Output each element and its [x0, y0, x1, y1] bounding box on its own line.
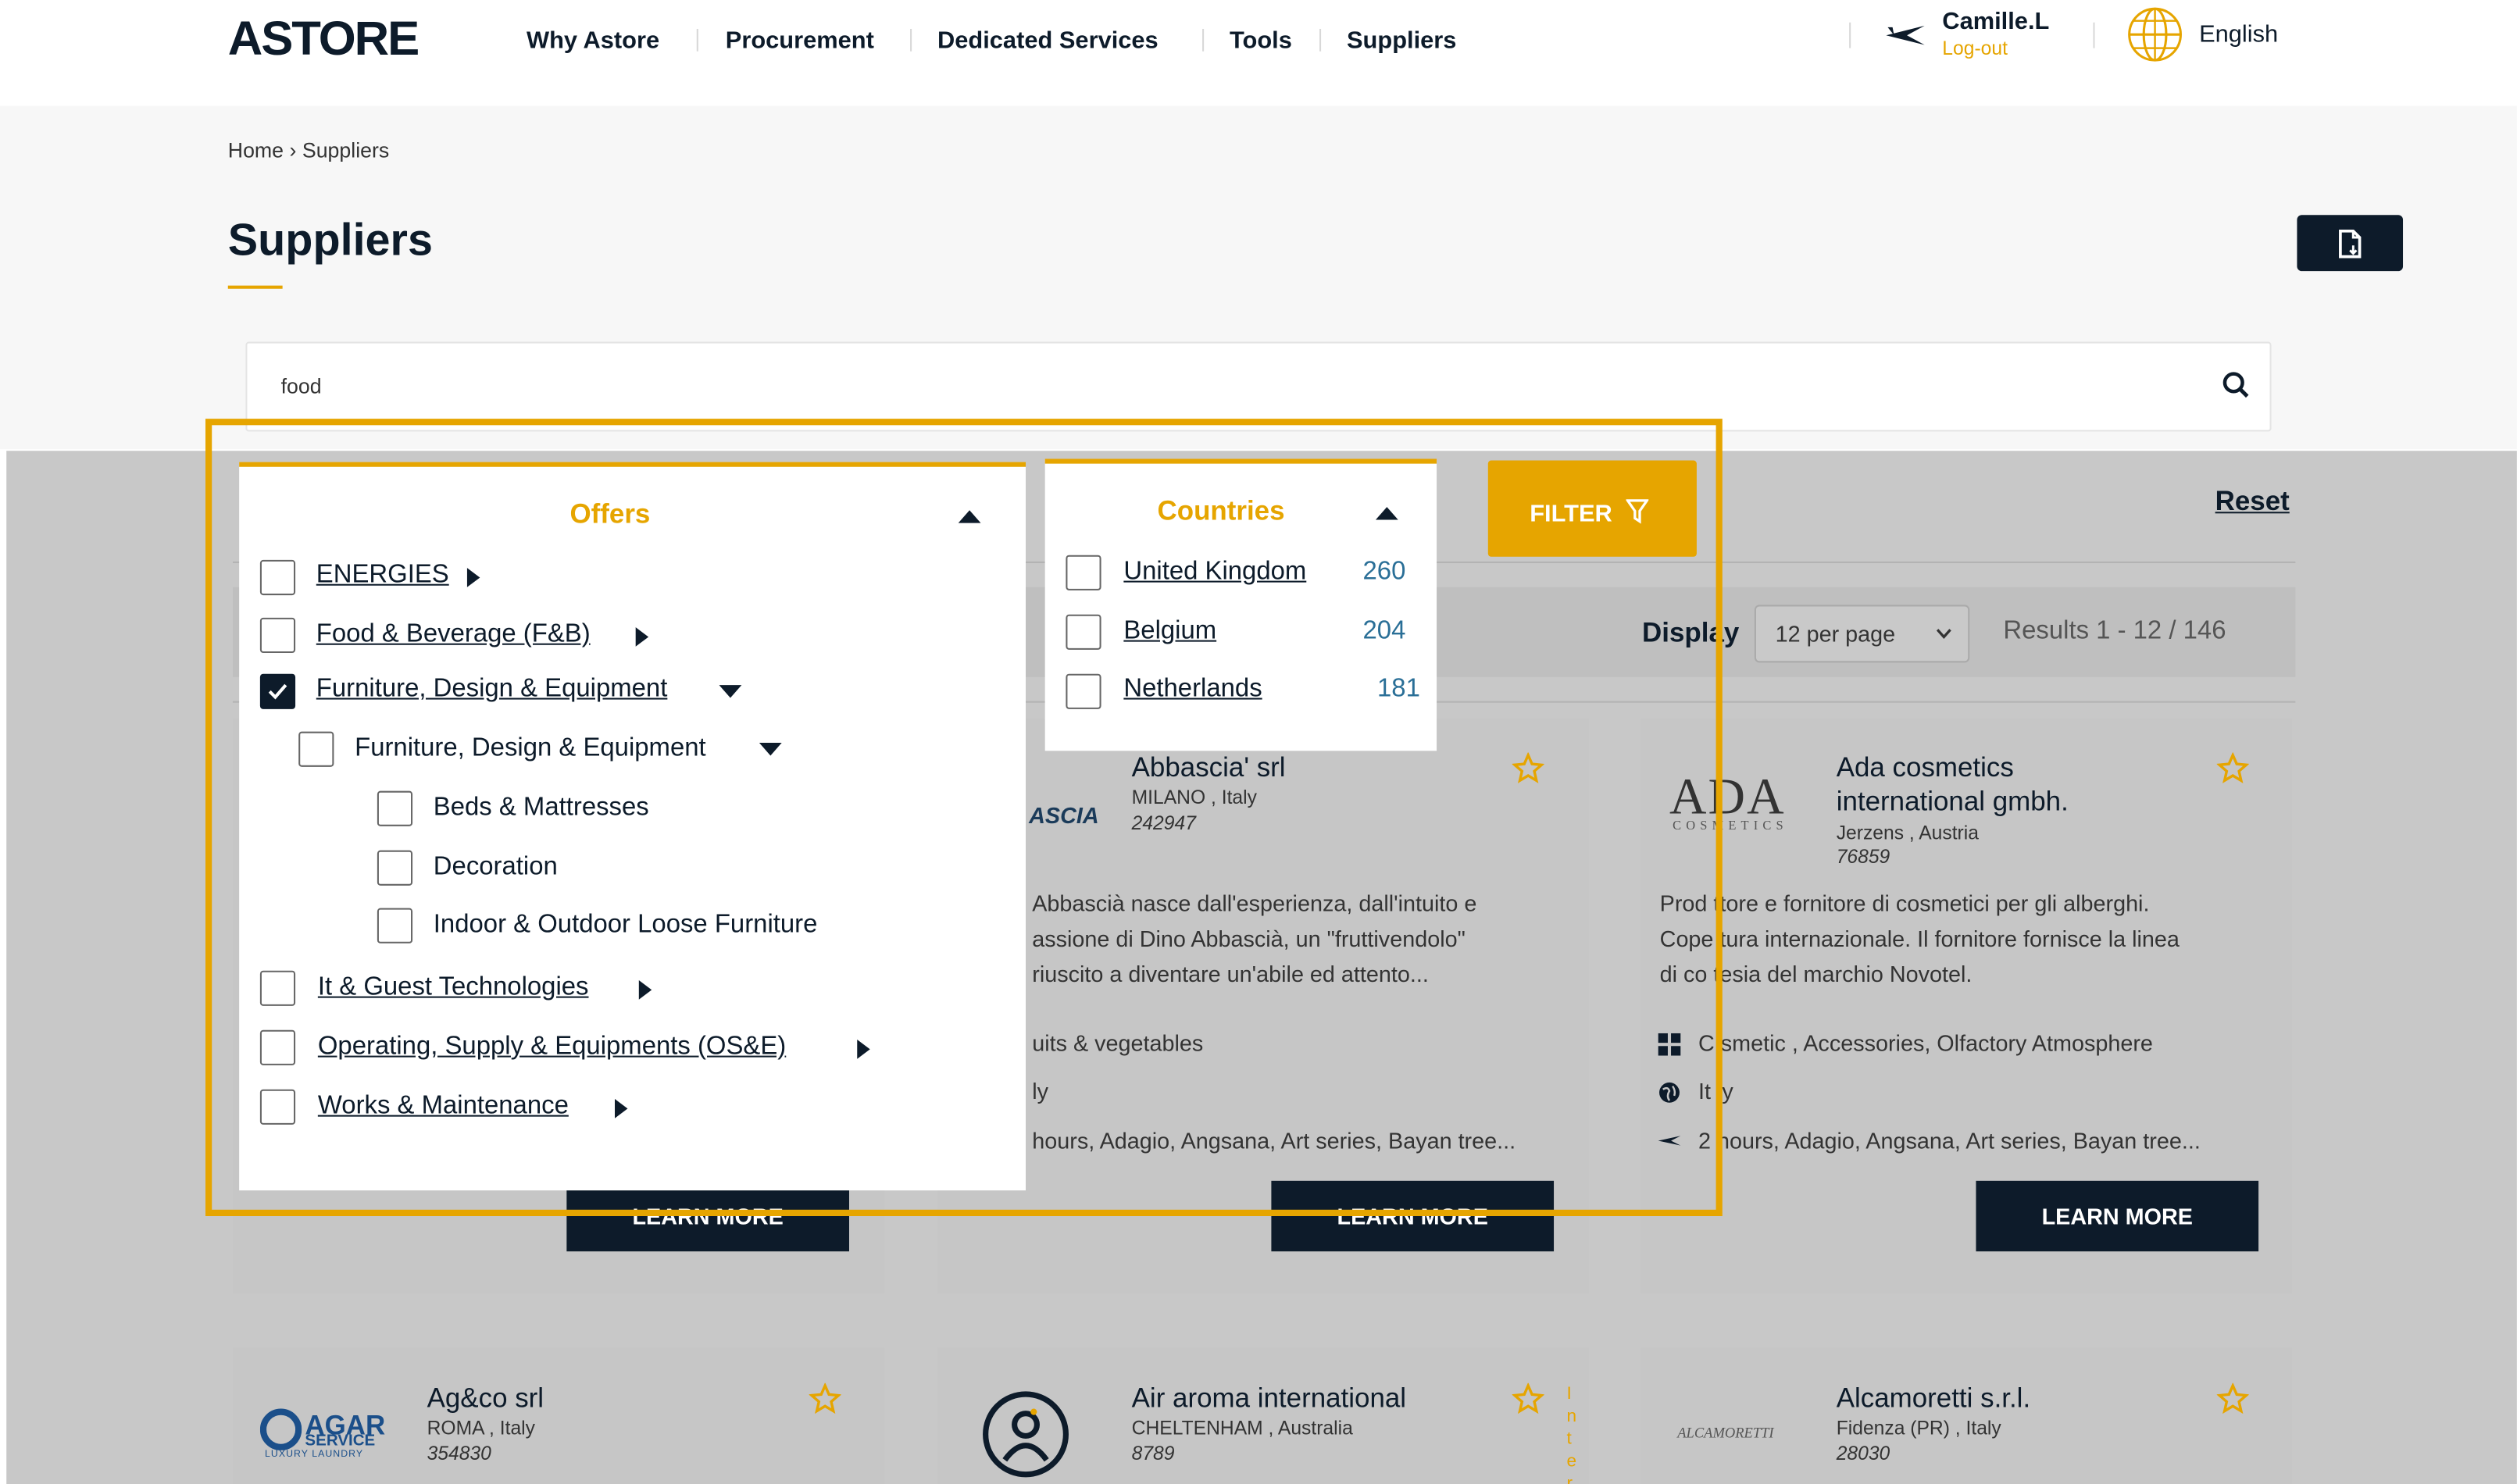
- vertical-tag: Inter: [1566, 1384, 1577, 1484]
- supplier-name[interactable]: Ag&co srl: [427, 1383, 544, 1415]
- header-divider: [1849, 22, 1851, 48]
- user-avatar-icon: [983, 1391, 1069, 1478]
- agar-logo-icon: [259, 1408, 302, 1450]
- supplier-logo: ALCAMORETTI: [1677, 1425, 1774, 1441]
- learn-more-button[interactable]: LEARN MORE: [1976, 1180, 2259, 1252]
- reset-link[interactable]: Reset: [2215, 486, 2290, 518]
- supplier-name[interactable]: Ada cosmetics: [1837, 752, 2014, 784]
- supplier-id: 28030: [1836, 1442, 1890, 1465]
- chevron-down-icon: [1936, 629, 1951, 639]
- language-selector[interactable]: English: [2199, 21, 2278, 48]
- nav-suppliers[interactable]: Suppliers: [1347, 27, 1456, 55]
- supplier-logo-tagline: LUXURY LAUNDRY: [265, 1450, 364, 1461]
- supplier-categories: C smetic , Accessories, Olfactory Atmosp…: [1698, 1029, 2153, 1056]
- supplier-description: Prod ttore e fornitore di cosmetici per …: [1659, 890, 2180, 987]
- globe-icon[interactable]: [2127, 6, 2183, 62]
- results-count: Results 1 - 12 / 146: [2003, 617, 2226, 645]
- per-page-value: 12 per page: [1775, 620, 1896, 647]
- supplier-id: 354830: [427, 1442, 491, 1465]
- airplane-icon: [1886, 25, 1925, 45]
- highlight-frame: [205, 419, 1723, 1217]
- supplier-location: Jerzens , Austria: [1836, 821, 1979, 844]
- breadcrumb-home[interactable]: Home: [228, 138, 284, 162]
- supplier-id: 76859: [1836, 845, 1890, 869]
- title-underline: [227, 285, 283, 289]
- nav-dedicated-services[interactable]: Dedicated Services: [937, 27, 1159, 55]
- favorite-star-icon[interactable]: [2216, 1382, 2249, 1415]
- favorite-star-icon[interactable]: [1512, 1382, 1544, 1415]
- supplier-brands: 2 hours, Adagio, Angsana, Art series, Ba…: [1698, 1128, 2201, 1154]
- nav-divider: [696, 28, 698, 52]
- supplier-location: Fidenza (PR) , Italy: [1836, 1416, 2001, 1439]
- page-title: Suppliers: [227, 215, 433, 265]
- logout-link[interactable]: Log-out: [1942, 37, 2008, 59]
- breadcrumb-current: Suppliers: [302, 137, 390, 162]
- page: ASTORE Why Astore Procurement Dedicated …: [0, 0, 2517, 1484]
- favorite-star-icon[interactable]: [809, 1382, 841, 1415]
- header-divider: [2093, 22, 2095, 48]
- export-button[interactable]: [2297, 215, 2404, 272]
- nav-why-astore[interactable]: Why Astore: [527, 27, 659, 55]
- document-download-icon: [2339, 229, 2362, 259]
- search-icon[interactable]: [2222, 370, 2251, 399]
- supplier-name[interactable]: Alcamoretti s.r.l.: [1837, 1383, 2030, 1415]
- supplier-name-line2[interactable]: international gmbh.: [1837, 787, 2069, 819]
- supplier-card[interactable]: [1641, 1347, 2293, 1484]
- breadcrumb: Home › Suppliers: [228, 138, 389, 162]
- astore-logo[interactable]: ASTORE: [228, 12, 420, 67]
- nav-procurement[interactable]: Procurement: [726, 27, 874, 55]
- supplier-id: 8789: [1131, 1442, 1175, 1465]
- search-input-value[interactable]: food: [281, 374, 322, 398]
- per-page-select[interactable]: 12 per page: [1754, 605, 1970, 663]
- breadcrumb-separator: ›: [289, 137, 297, 162]
- nav-tools[interactable]: Tools: [1230, 27, 1292, 55]
- favorite-star-icon[interactable]: [2216, 752, 2249, 784]
- supplier-location: CHELTENHAM , Australia: [1131, 1416, 1353, 1439]
- nav-divider: [910, 28, 912, 52]
- nav-divider: [1319, 28, 1322, 52]
- supplier-name[interactable]: Air aroma international: [1132, 1383, 1406, 1415]
- nav-divider: [1202, 28, 1205, 52]
- user-name[interactable]: Camille.L: [1942, 8, 2049, 35]
- supplier-logo-subtitle: SERVICE: [305, 1432, 376, 1450]
- supplier-location: ROMA , Italy: [427, 1416, 535, 1439]
